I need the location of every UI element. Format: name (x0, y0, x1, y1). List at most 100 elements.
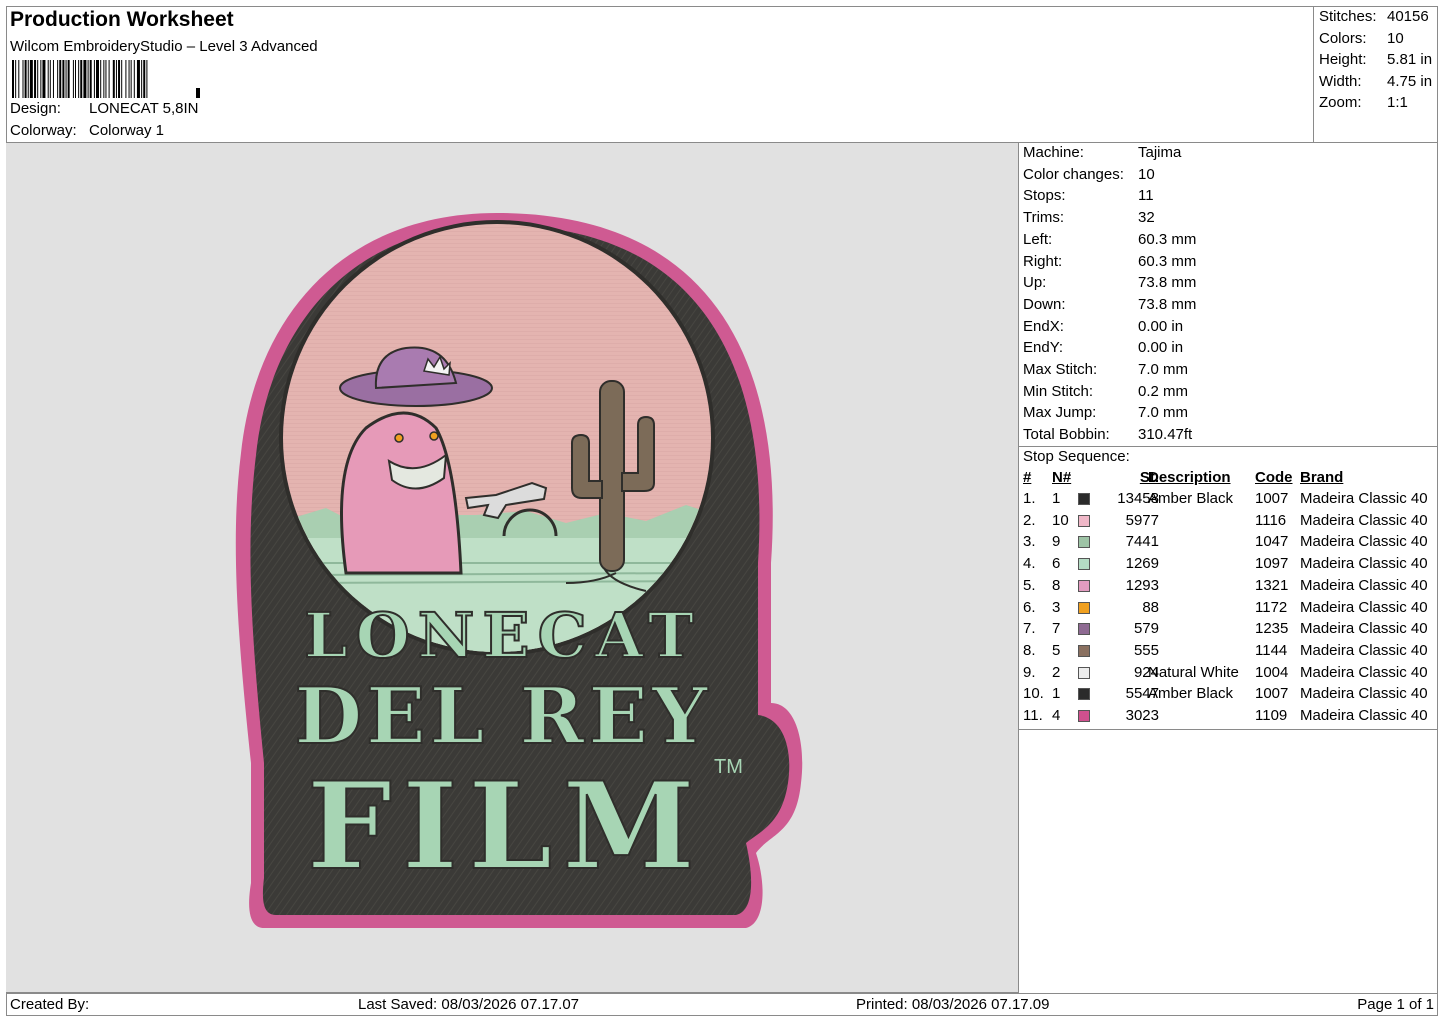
trademark-symbol: TM (714, 756, 743, 778)
cell-brand: Madeira Classic 40 (1300, 533, 1428, 551)
property-label: Machine: (1023, 144, 1084, 161)
property-row: Machine: Tajima (1023, 144, 1181, 161)
cell-stitches: 7441 (1125, 533, 1159, 551)
property-label: Right: (1023, 252, 1063, 270)
property-row: Up: 73.8 mm (1023, 274, 1196, 291)
color-swatch (1078, 710, 1090, 722)
property-value: Tajima (1138, 144, 1182, 161)
cell-stitches: 579 (1133, 620, 1159, 638)
width-label: Width: (1319, 73, 1362, 90)
property-value: 0.00 in (1138, 317, 1184, 335)
cell-code: 1004 (1255, 663, 1289, 681)
cell-index: 9. (1023, 663, 1036, 681)
printed-date: Printed: 08/03/2026 07.17.09 (856, 996, 1050, 1013)
property-value: 32 (1138, 209, 1155, 227)
cell-needle: 8 (1052, 576, 1061, 594)
property-label: Min Stitch: (1023, 382, 1094, 400)
design-value: LONECAT 5,8IN (89, 100, 199, 117)
cell-index: 8. (1023, 641, 1036, 659)
worksheet-header: Production Worksheet Wilcom EmbroiderySt… (6, 6, 1314, 143)
section-divider (1019, 446, 1438, 447)
color-swatch (1078, 644, 1090, 657)
property-value: 7.0 mm (1138, 361, 1189, 378)
cell-needle: 2 (1052, 663, 1061, 681)
cell-index: 7. (1023, 620, 1036, 638)
cell-description: Natural White (1148, 663, 1239, 681)
property-value: 7.0 mm (1138, 404, 1189, 422)
cell-brand: Madeira Classic 40 (1300, 663, 1428, 681)
property-label: Color changes: (1023, 165, 1124, 183)
color-swatch (1078, 579, 1090, 592)
last-saved: Last Saved: 08/03/2026 07.17.07 (358, 996, 580, 1013)
cell-needle: 5 (1052, 641, 1061, 659)
cell-index: 10. (1023, 685, 1044, 703)
cell-index: 4. (1023, 555, 1036, 573)
color-swatch (1078, 688, 1090, 701)
property-label: Up: (1023, 274, 1047, 292)
cell-code: 1172 (1255, 598, 1288, 616)
property-label: Stops: (1023, 187, 1066, 205)
cell-needle: 9 (1052, 533, 1061, 551)
property-label: Trims: (1023, 209, 1065, 227)
cell-code: 1144 (1255, 641, 1288, 659)
column-header-index: # (1023, 469, 1032, 486)
cell-code: 1235 (1255, 620, 1289, 638)
color-swatch (1078, 558, 1090, 571)
color-swatch (1078, 623, 1090, 636)
stop-sequence-title: Stop Sequence: (1023, 448, 1130, 465)
cell-needle: 3 (1052, 598, 1061, 616)
colorway-value: Colorway 1 (89, 122, 165, 139)
cell-code: 1097 (1255, 555, 1289, 573)
property-label: Max Stitch: (1023, 361, 1098, 378)
cell-brand: Madeira Classic 40 (1300, 685, 1428, 703)
property-label: Total Bobbin: (1023, 426, 1110, 444)
cell-code: 1116 (1255, 511, 1287, 529)
column-header-code: Code (1255, 469, 1293, 486)
cell-brand: Madeira Classic 40 (1300, 620, 1428, 638)
property-row: EndX: 0.00 in (1023, 318, 1183, 335)
cell-brand: Madeira Classic 40 (1300, 707, 1428, 724)
barcode (12, 60, 200, 98)
property-row: Stops: 11 (1023, 187, 1154, 204)
property-value: 73.8 mm (1138, 295, 1197, 313)
height-row: Height: 5.81 in (1319, 51, 1432, 68)
color-swatch (1078, 666, 1090, 679)
cell-needle: 6 (1052, 555, 1061, 573)
cell-index: 1. (1023, 490, 1036, 507)
colorway-row: Colorway: Colorway 1 (10, 122, 164, 139)
embroidery-design: LONECAT DEL REY FILM TM (235, 213, 803, 928)
software-name: Wilcom EmbroideryStudio – Level 3 Advanc… (10, 38, 318, 55)
property-label: EndX: (1023, 317, 1064, 335)
cell-brand: Madeira Classic 40 (1300, 490, 1428, 507)
property-value: 60.3 mm (1138, 230, 1197, 248)
stats-panel: Stitches: 40156 Colors: 10 Height: 5.81 in … (1314, 6, 1438, 143)
property-label: Left: (1023, 230, 1053, 248)
cell-code: 1007 (1255, 490, 1289, 507)
color-swatch (1078, 601, 1090, 614)
property-row: Trims: 32 (1023, 209, 1155, 226)
cell-brand: Madeira Classic 40 (1300, 641, 1428, 659)
cell-index: 11. (1023, 707, 1043, 724)
cell-code: 1321 (1255, 576, 1289, 594)
property-row: Max Stitch: 7.0 mm (1023, 361, 1188, 378)
cell-needle: 1 (1052, 685, 1061, 703)
property-label: Max Jump: (1023, 404, 1097, 422)
cell-stitches: 1269 (1125, 555, 1159, 573)
property-value: 0.00 in (1138, 339, 1184, 357)
zoom-value: 1:1 (1387, 94, 1408, 111)
property-label: Down: (1023, 295, 1066, 313)
cell-brand: Madeira Classic 40 (1300, 576, 1428, 594)
design-row: Design: LONECAT 5,8IN (10, 100, 198, 117)
cell-code: 1047 (1255, 533, 1289, 551)
stitches-label: Stitches: (1319, 8, 1377, 25)
colors-value: 10 (1387, 30, 1404, 47)
property-row: EndY: 0.00 in (1023, 339, 1183, 356)
cell-needle: 4 (1052, 707, 1061, 724)
property-row: Right: 60.3 mm (1023, 253, 1196, 270)
design-preview: LONECAT DEL REY FILM TM (6, 143, 1019, 993)
design-label: Design: (10, 100, 61, 117)
cell-needle: 7 (1052, 620, 1061, 638)
cell-brand: Madeira Classic 40 (1300, 511, 1428, 529)
width-row: Width: 4.75 in (1319, 73, 1432, 90)
property-value: 0.2 mm (1138, 382, 1189, 400)
